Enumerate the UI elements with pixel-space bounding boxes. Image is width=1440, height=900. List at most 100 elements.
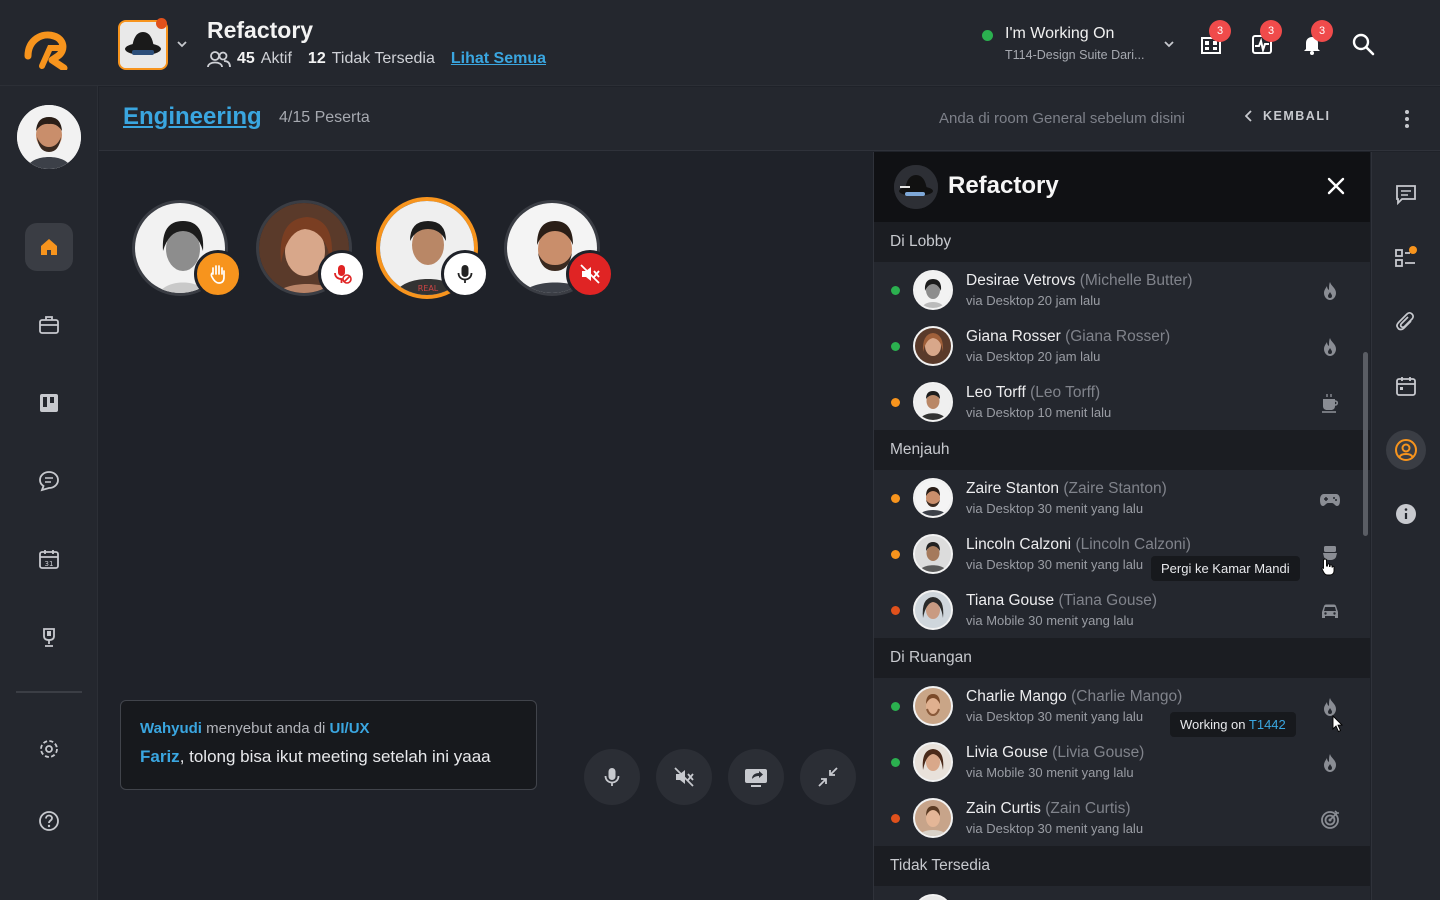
rail-item-calendar[interactable] [1386, 366, 1426, 406]
group-header-unavailable: Tidak Tersedia [874, 846, 1370, 886]
person-name-line: Zain Curtis (Zain Curtis) [966, 800, 1131, 818]
close-icon[interactable] [1326, 176, 1346, 196]
speaker-toggle-button[interactable] [656, 749, 712, 805]
working-status-title[interactable]: I'm Working On [1005, 25, 1114, 43]
person-last-seen: via Mobile 30 menit yang lalu [966, 613, 1134, 628]
mention-notification[interactable]: Wahyudi menyebut anda di UI/UX Fariz, to… [120, 700, 537, 790]
see-all-link[interactable]: Lihat Semua [451, 50, 546, 68]
active-count: 45 [237, 50, 255, 67]
back-button[interactable]: KEMBALI [1245, 109, 1330, 123]
person-alias: (Livia Gouse) [1052, 744, 1145, 761]
my-avatar[interactable] [17, 105, 81, 169]
status-dot [891, 758, 900, 767]
calendar-icon: 31 [39, 550, 59, 569]
mention-target: Fariz [140, 747, 180, 766]
rail-item-tasks[interactable] [1386, 238, 1426, 278]
working-status-task[interactable]: T114-Design Suite Dari... [1005, 48, 1144, 62]
person-name: Tiana Gouse [966, 592, 1055, 609]
chevron-down-icon[interactable] [176, 38, 188, 50]
status-dot [891, 606, 900, 615]
previous-room-note: Anda di room General sebelum disini [939, 110, 1185, 127]
avatar [913, 478, 953, 518]
chat-icon [39, 471, 59, 492]
people-panel-title: Refactory [948, 172, 1059, 199]
sidebar-item-work[interactable] [25, 301, 73, 349]
list-item[interactable]: Zaire Stanton (Zaire Stanton) via Deskto… [874, 470, 1370, 526]
person-name: Leo Torff [966, 384, 1026, 401]
avatar [913, 686, 953, 726]
search-icon[interactable] [1351, 32, 1375, 56]
person-alias: (Zain Curtis) [1045, 800, 1131, 817]
list-item[interactable]: Livia Gouse (Livia Gouse) via Mobile 30 … [874, 734, 1370, 790]
person-last-seen: via Desktop 30 menit yang lalu [966, 709, 1144, 724]
hand-raised-badge [194, 250, 242, 298]
sidebar-item-home[interactable] [25, 223, 73, 271]
mic-on-badge [441, 250, 489, 298]
calendar-icon [1396, 377, 1416, 396]
sidebar-item-chat[interactable] [25, 457, 73, 505]
person-name-line: Lincoln Calzoni (Lincoln Calzoni) [966, 536, 1191, 554]
minimize-icon [818, 767, 838, 787]
fire-icon [1324, 754, 1336, 772]
mention-sender: Wahyudi [140, 720, 202, 737]
person-alias: (Giana Rosser) [1065, 328, 1171, 345]
person-name-line: Desirae Vetrovs (Michelle Butter) [966, 272, 1193, 290]
sidebar-item-settings[interactable] [25, 725, 73, 773]
list-item[interactable]: Tiana Gouse (Tiana Gouse) via Mobile 30 … [874, 582, 1370, 638]
help-icon [39, 811, 59, 831]
rail-item-attachments[interactable] [1386, 302, 1426, 342]
person-name-line: Giana Rosser (Giana Rosser) [966, 328, 1170, 346]
list-item[interactable]: Leo Torff (Leo Torff) via Desktop 10 men… [874, 374, 1370, 430]
minimize-button[interactable] [800, 749, 856, 805]
person-name: Charlie Mango [966, 688, 1067, 705]
tooltip-working-task[interactable]: T1442 [1249, 717, 1286, 732]
list-item[interactable]: Giana Rosser (Giana Rosser) via Desktop … [874, 318, 1370, 374]
participant-tile[interactable] [256, 200, 366, 298]
status-online-dot [982, 30, 993, 41]
sidebar-item-calendar[interactable]: 31 [25, 535, 73, 583]
chevron-down-icon[interactable] [1163, 38, 1175, 50]
mic-toggle-button[interactable] [584, 749, 640, 805]
rail-item-people[interactable] [1386, 430, 1426, 470]
list-item[interactable] [874, 886, 1370, 900]
mention-channel[interactable]: UI/UX [330, 720, 370, 737]
participant-tile-speaking[interactable]: REAL [376, 197, 489, 299]
screen-share-button[interactable] [728, 749, 784, 805]
rail-item-info[interactable] [1386, 494, 1426, 534]
person-alias: (Michelle Butter) [1079, 272, 1193, 289]
participant-tile[interactable] [504, 200, 614, 298]
org-title: Refactory [207, 17, 314, 43]
back-button-label: KEMBALI [1263, 109, 1331, 123]
person-name-line: Charlie Mango (Charlie Mango) [966, 688, 1182, 706]
group-header-in-room: Di Ruangan [874, 638, 1370, 678]
person-name: Livia Gouse [966, 744, 1048, 761]
right-rail [1371, 152, 1440, 900]
app-logo[interactable] [22, 26, 76, 70]
org-stats: 45 Aktif 12 Tidak Tersedia Lihat Semua [207, 50, 546, 68]
people-icon [207, 51, 231, 68]
sidebar-item-board[interactable] [25, 379, 73, 427]
sidebar-item-achievements[interactable] [25, 613, 73, 661]
person-last-seen: via Desktop 30 menit yang lalu [966, 557, 1144, 572]
org-notification-dot [156, 18, 167, 29]
person-alias: (Tiana Gouse) [1058, 592, 1157, 609]
board-icon [40, 394, 58, 412]
panel-scrollbar[interactable] [1363, 352, 1368, 536]
mention-message: Fariz, tolong bisa ikut meeting setelah … [140, 747, 517, 767]
room-stage: REAL Wahyudi menyebut anda di UI/UX Fari… [99, 152, 872, 900]
more-vertical-icon[interactable] [1399, 107, 1415, 131]
mic-icon [457, 265, 473, 283]
mention-middle-text: menyebut anda di [201, 720, 330, 737]
participant-tile[interactable] [132, 200, 242, 298]
sidebar-item-help[interactable] [25, 797, 73, 845]
list-item[interactable]: Desirae Vetrovs (Michelle Butter) via De… [874, 262, 1370, 318]
list-item[interactable]: Zain Curtis (Zain Curtis) via Desktop 30… [874, 790, 1370, 846]
chevron-left-icon [1245, 110, 1252, 122]
speaker-off-icon [674, 767, 694, 787]
hand-cursor-icon [1321, 558, 1335, 576]
rail-item-messages[interactable] [1386, 174, 1426, 214]
fire-icon [1324, 282, 1336, 300]
room-title[interactable]: Engineering [123, 103, 262, 131]
svg-text:REAL: REAL [418, 284, 439, 293]
status-dot [891, 550, 900, 559]
